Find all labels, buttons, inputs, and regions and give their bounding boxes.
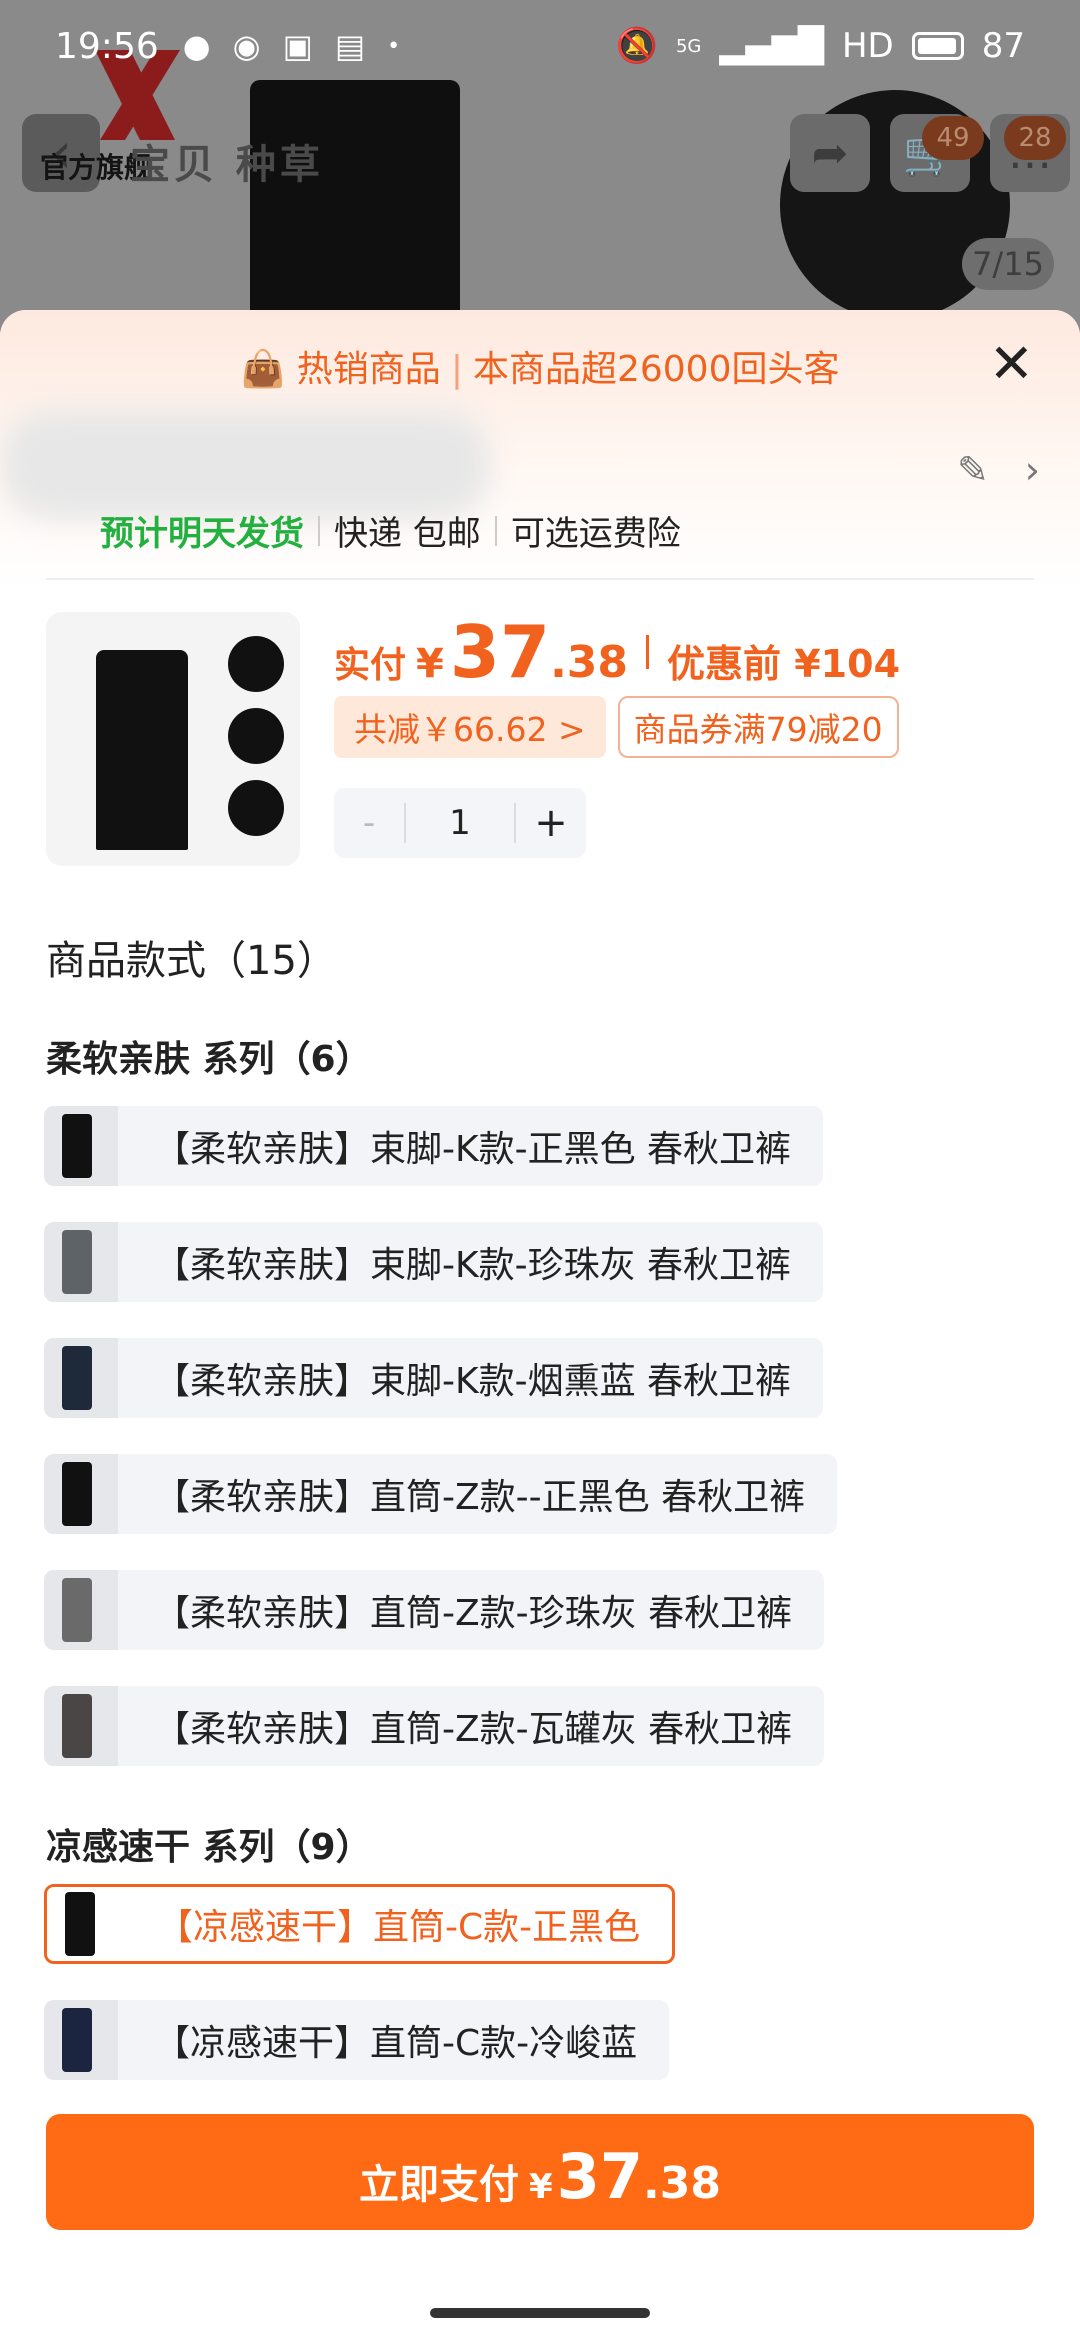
pay-label: 立即支付 <box>359 2162 520 2208</box>
style-option[interactable]: 【柔软亲肤】直筒-Z款-瓦罐灰 春秋卫裤 <box>44 1686 825 1766</box>
bag-icon: 👜 <box>240 349 286 390</box>
delivery-eta: 预计明天发货 <box>100 514 304 554</box>
series-title: 柔软亲肤 系列（6） <box>46 1039 372 1080</box>
shipping-insurance[interactable]: 可选运费险 <box>511 506 681 555</box>
signal-icon: ▂▄▆█ <box>719 26 824 66</box>
pay-now-button[interactable]: 立即支付 ¥ 37 .38 <box>46 2114 1034 2230</box>
style-thumbnail <box>47 1887 121 1961</box>
promo-hot: 热销商品 <box>296 349 441 390</box>
style-option-label: 【柔软亲肤】束脚-K款-正黑色 春秋卫裤 <box>154 1129 792 1170</box>
quantity-stepper: - 1 + <box>334 788 586 858</box>
style-option[interactable]: 【柔软亲肤】束脚-K款-正黑色 春秋卫裤 <box>44 1106 824 1186</box>
price-row: 实付 ¥ 37 .38 优惠前 ¥104 <box>334 610 900 694</box>
message-badge: 28 <box>1004 116 1066 160</box>
cart-badge: 49 <box>922 116 984 160</box>
style-thumbnail <box>44 1686 118 1766</box>
style-option[interactable]: 【柔软亲肤】束脚-K款-珍珠灰 春秋卫裤 <box>44 1222 824 1302</box>
page-tabs[interactable]: 宝贝 种草 <box>130 132 324 190</box>
style-option[interactable]: 【柔软亲肤】直筒-Z款-珍珠灰 春秋卫裤 <box>44 1570 825 1650</box>
delivery-method: 快递 包邮 <box>334 514 481 554</box>
discount-chip[interactable]: 共减￥66.62 > <box>334 696 606 758</box>
style-option-label: 【柔软亲肤】直筒-Z款--正黑色 春秋卫裤 <box>154 1477 806 1518</box>
divider <box>46 578 1034 580</box>
dot-icon: • <box>387 33 401 59</box>
hd-label: HD <box>841 26 894 66</box>
pay-currency: ¥ <box>529 2167 553 2207</box>
style-option-selected[interactable]: 【凉感速干】直筒-C款-正黑色 <box>44 1884 676 1964</box>
quantity-value[interactable]: 1 <box>404 803 516 843</box>
close-icon[interactable]: ✕ <box>989 332 1034 395</box>
style-thumbnail <box>44 1570 118 1650</box>
style-option-label: 【柔软亲肤】直筒-Z款-瓦罐灰 春秋卫裤 <box>154 1709 793 1750</box>
purchase-sheet: 👜 热销商品 | 本商品超26000回头客 ✕ ✎ › 预计明天发货 快递 包邮 可… <box>0 310 1080 2340</box>
style-option-label: 【柔软亲肤】直筒-Z款-珍珠灰 春秋卫裤 <box>154 1593 793 1634</box>
address-blurred[interactable] <box>0 410 490 520</box>
style-thumbnail <box>44 1222 118 1302</box>
status-right: 🔕 5G ▂▄▆█ HD 87 <box>616 26 1025 66</box>
increase-button[interactable]: + <box>516 800 586 846</box>
style-option-label: 【凉感速干】直筒-C款-正黑色 <box>157 1907 641 1948</box>
style-option-label: 【柔软亲肤】束脚-K款-烟熏蓝 春秋卫裤 <box>154 1361 792 1402</box>
price-integer: 37 <box>449 610 551 694</box>
signal-label: 5G <box>675 35 702 57</box>
series-title: 凉感速干 系列（9） <box>46 1827 372 1868</box>
app-icon: ◉ <box>232 27 261 65</box>
share-button[interactable]: ➦ <box>790 114 870 192</box>
style-thumbnail <box>44 1106 118 1186</box>
price-label: 实付 <box>334 645 407 686</box>
discount-chips: 共减￥66.62 > 商品券满79减20 <box>334 696 899 758</box>
promo-returning: 本商品超26000回头客 <box>472 349 840 390</box>
style-thumbnail <box>44 1454 118 1534</box>
battery-icon <box>911 32 964 60</box>
decrease-button[interactable]: - <box>334 803 404 843</box>
edit-icon[interactable]: ✎ <box>957 448 989 492</box>
pay-decimal: .38 <box>643 2158 721 2209</box>
battery-level: 87 <box>981 26 1025 66</box>
style-option[interactable]: 【凉感速干】直筒-C款-冷峻蓝 <box>44 2000 670 2080</box>
status-time: 19:56 <box>55 25 159 67</box>
shipping-info: 预计明天发货 快递 包邮 可选运费险 <box>100 506 681 555</box>
pay-integer: 37 <box>556 2140 643 2213</box>
address-actions: ✎ › <box>957 448 1040 492</box>
briefcase-icon: ▤ <box>334 27 366 65</box>
promo-banner: 👜 热销商品 | 本商品超26000回头客 ✕ ✎ › 预计明天发货 快递 包邮 可… <box>0 310 1080 590</box>
notification-icons: ● ◉ ▣ ▤ • <box>183 27 400 65</box>
style-option-label: 【凉感速干】直筒-C款-冷峻蓝 <box>154 2023 638 2064</box>
promo-line: 👜 热销商品 | 本商品超26000回头客 <box>240 349 840 390</box>
price-currency: ¥ <box>416 641 444 687</box>
home-indicator[interactable] <box>430 2308 650 2318</box>
styles-title: 商品款式（15） <box>46 938 337 984</box>
style-option[interactable]: 【柔软亲肤】束脚-K款-烟熏蓝 春秋卫裤 <box>44 1338 824 1418</box>
product-image <box>250 80 460 340</box>
status-bar: 19:56 ● ◉ ▣ ▤ • 🔕 5G ▂▄▆█ HD 87 <box>0 0 1080 92</box>
share-icon: ➦ <box>811 127 849 179</box>
style-option[interactable]: 【柔软亲肤】直筒-Z款--正黑色 春秋卫裤 <box>44 1454 838 1534</box>
mute-icon: 🔕 <box>615 26 658 66</box>
product-thumbnail[interactable] <box>46 612 300 866</box>
original-price: 优惠前 ¥104 <box>667 642 901 686</box>
chevron-right-icon[interactable]: › <box>1025 448 1040 492</box>
coupon-chip[interactable]: 商品券满79减20 <box>617 696 899 758</box>
price-decimal: .38 <box>550 637 629 688</box>
image-icon: ▣ <box>282 27 313 65</box>
image-pager: 7/15 <box>962 238 1054 290</box>
style-thumbnail <box>44 1338 118 1418</box>
style-option-label: 【柔软亲肤】束脚-K款-珍珠灰 春秋卫裤 <box>154 1245 792 1286</box>
chat-bubble-icon: ● <box>182 27 211 65</box>
style-thumbnail <box>44 2000 118 2080</box>
